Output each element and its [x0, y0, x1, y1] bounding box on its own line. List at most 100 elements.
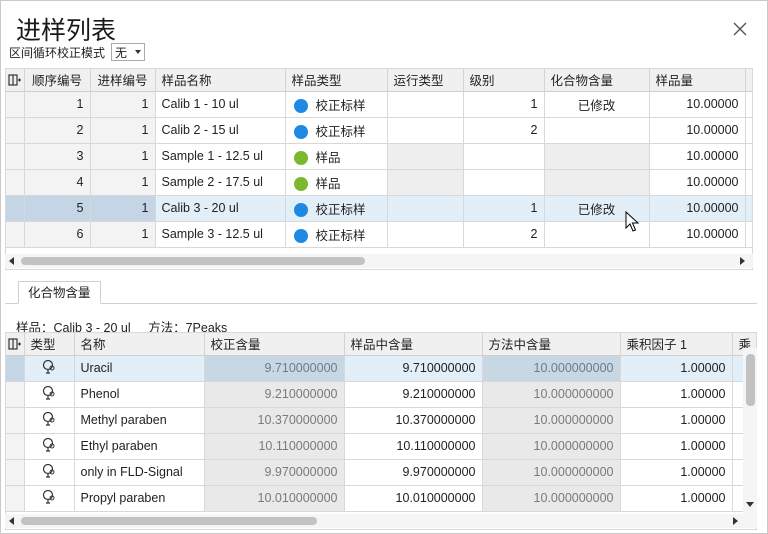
scrollbar-thumb[interactable] [21, 517, 317, 525]
sample-name-cell[interactable]: Calib 3 - 20 ul [155, 195, 286, 222]
run-type-cell[interactable] [387, 91, 464, 118]
sample-amount-cell[interactable]: 10.00000 [649, 195, 746, 222]
level-cell[interactable]: 2 [463, 117, 545, 144]
sample-type-cell[interactable]: 校正标样 [285, 91, 388, 118]
compound-horizontal-scrollbar[interactable] [5, 514, 757, 528]
amount-in-sample-cell[interactable]: 10.110000000 [344, 433, 483, 460]
amount-in-sample-cell[interactable]: 9.970000000 [344, 459, 483, 486]
compound-type-cell[interactable] [24, 485, 75, 512]
sample-name-cell[interactable]: Sample 3 - 12.5 ul [155, 221, 286, 248]
col-header-injection[interactable]: 进样编号 [90, 69, 156, 92]
mode-select[interactable]: 无 [111, 43, 146, 61]
compound-vertical-scrollbar[interactable] [743, 348, 757, 514]
compound-row[interactable]: Methyl paraben 10.370000000 10.370000000… [6, 407, 756, 434]
multiplier-cell[interactable]: 1.00000 [620, 381, 733, 408]
run-type-cell[interactable] [387, 117, 464, 144]
col-header-amount-in-method[interactable]: 方法中含量 [482, 333, 621, 356]
compound-row-selected[interactable]: Uracil 9.710000000 9.710000000 10.000000… [6, 355, 756, 382]
multiplier-cell[interactable]: 1.00000 [620, 485, 733, 512]
run-type-cell[interactable] [387, 143, 464, 170]
compound-amount-cell[interactable] [544, 117, 650, 144]
compound-type-cell[interactable] [24, 433, 75, 460]
row-indicator[interactable] [6, 221, 25, 248]
col-header-type[interactable]: 类型 [24, 333, 75, 356]
order-cell[interactable]: 2 [24, 117, 91, 144]
compound-name-cell[interactable]: Methyl paraben [74, 407, 205, 434]
scroll-down-icon[interactable] [746, 502, 754, 507]
amount-in-sample-cell[interactable]: 9.210000000 [344, 381, 483, 408]
sample-type-cell[interactable]: 校正标样 [285, 195, 388, 222]
sample-name-cell[interactable]: Calib 1 - 10 ul [155, 91, 286, 118]
close-icon[interactable] [730, 19, 750, 39]
level-cell[interactable]: 2 [463, 221, 545, 248]
order-cell[interactable]: 3 [24, 143, 91, 170]
sample-name-cell[interactable]: Sample 1 - 12.5 ul [155, 143, 286, 170]
injection-cell[interactable]: 1 [90, 143, 156, 170]
compound-row[interactable]: Propyl paraben 10.010000000 10.010000000… [6, 485, 756, 512]
compound-name-cell[interactable]: Ethyl paraben [74, 433, 205, 460]
col-header-sample-type[interactable]: 样品类型 [285, 69, 388, 92]
row-indicator[interactable] [6, 195, 25, 222]
scrollbar-thumb[interactable] [21, 257, 365, 265]
compound-name-cell[interactable]: Propyl paraben [74, 485, 205, 512]
compound-amount-cell[interactable]: 已修改 [544, 91, 650, 118]
run-type-cell[interactable] [387, 169, 464, 196]
row-indicator[interactable] [6, 91, 25, 118]
compound-name-cell[interactable]: Phenol [74, 381, 205, 408]
compound-row[interactable]: Ethyl paraben 10.110000000 10.110000000 … [6, 433, 756, 460]
injection-cell[interactable]: 1 [90, 195, 156, 222]
sample-name-cell[interactable]: Sample 2 - 17.5 ul [155, 169, 286, 196]
amount-in-sample-cell[interactable]: 10.370000000 [344, 407, 483, 434]
row-indicator[interactable] [6, 355, 25, 382]
level-cell[interactable] [463, 143, 545, 170]
col-header-compound-amount[interactable]: 化合物含量 [544, 69, 650, 92]
injection-cell[interactable]: 1 [90, 117, 156, 144]
sequence-horizontal-scrollbar[interactable] [5, 254, 753, 268]
scroll-left-icon[interactable] [9, 257, 14, 265]
tab-compound-amount[interactable]: 化合物含量 [18, 281, 101, 304]
run-type-cell[interactable] [387, 195, 464, 222]
sample-type-cell[interactable]: 样品 [285, 143, 388, 170]
row-indicator[interactable] [6, 485, 25, 512]
col-header-order[interactable]: 顺序编号 [24, 69, 91, 92]
row-indicator[interactable] [6, 407, 25, 434]
scroll-right-icon[interactable] [740, 257, 745, 265]
col-header-sample-name[interactable]: 样品名称 [155, 69, 286, 92]
level-cell[interactable]: 1 [463, 195, 545, 222]
sequence-row[interactable]: 2 1 Calib 2 - 15 ul 校正标样 2 10.00000 [6, 117, 752, 144]
scroll-left-icon[interactable] [9, 517, 14, 525]
sample-amount-cell[interactable]: 10.00000 [649, 169, 746, 196]
order-cell[interactable]: 1 [24, 91, 91, 118]
row-indicator[interactable] [6, 381, 25, 408]
compound-type-cell[interactable] [24, 459, 75, 486]
row-indicator[interactable] [6, 459, 25, 486]
sample-type-cell[interactable]: 校正标样 [285, 117, 388, 144]
compound-amount-cell[interactable] [544, 169, 650, 196]
col-header-run-type[interactable]: 运行类型 [387, 69, 464, 92]
scrollbar-thumb[interactable] [746, 354, 755, 406]
level-cell[interactable] [463, 169, 545, 196]
injection-cell[interactable]: 1 [90, 169, 156, 196]
row-indicator[interactable] [6, 143, 25, 170]
sequence-row[interactable]: 1 1 Calib 1 - 10 ul 校正标样 1 已修改 10.00000 [6, 91, 752, 118]
col-header-name[interactable]: 名称 [74, 333, 205, 356]
sequence-row[interactable]: 4 1 Sample 2 - 17.5 ul 样品 10.00000 [6, 169, 752, 196]
sample-amount-cell[interactable]: 10.00000 [649, 143, 746, 170]
row-indicator[interactable] [6, 169, 25, 196]
sample-amount-cell[interactable]: 10.00000 [649, 221, 746, 248]
compound-type-cell[interactable] [24, 407, 75, 434]
multiplier-cell[interactable]: 1.00000 [620, 459, 733, 486]
multiplier-cell[interactable]: 1.00000 [620, 407, 733, 434]
order-cell[interactable]: 4 [24, 169, 91, 196]
scroll-right-icon[interactable] [733, 517, 738, 525]
multiplier-cell[interactable]: 1.00000 [620, 433, 733, 460]
sequence-row[interactable]: 3 1 Sample 1 - 12.5 ul 样品 10.00000 [6, 143, 752, 170]
compound-row[interactable]: Phenol 9.210000000 9.210000000 10.000000… [6, 381, 756, 408]
order-cell[interactable]: 5 [24, 195, 91, 222]
compound-type-cell[interactable] [24, 381, 75, 408]
level-cell[interactable]: 1 [463, 91, 545, 118]
column-chooser-button[interactable] [6, 69, 25, 92]
sample-name-cell[interactable]: Calib 2 - 15 ul [155, 117, 286, 144]
compound-row[interactable]: only in FLD-Signal 9.970000000 9.9700000… [6, 459, 756, 486]
amount-in-sample-cell[interactable]: 9.710000000 [344, 355, 483, 382]
